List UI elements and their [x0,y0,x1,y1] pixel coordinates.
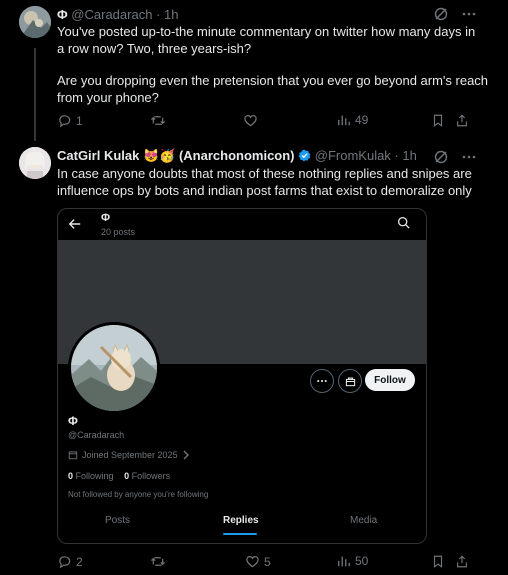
avatar[interactable] [19,6,51,38]
views-button[interactable]: 49 [337,113,368,127]
handle[interactable]: @FromKulak [315,148,391,163]
views-count: 50 [355,554,369,568]
heart-icon [246,556,259,568]
views-button[interactable]: 50 [337,554,368,568]
timestamp[interactable]: 1h [402,148,416,163]
shop-icon [345,377,355,386]
followers-count: 0 [124,471,130,481]
embedded-profile-image[interactable]: Φ 20 posts Follow Φ @Caradarach Joined S… [57,208,427,544]
bookmark-icon [433,114,443,127]
tweet-text-line: influence ops by bots and indian post fa… [57,182,472,198]
repost-button[interactable] [150,113,166,128]
share-icon [457,114,467,127]
like-button[interactable] [243,113,258,128]
profile-avatar [68,322,160,414]
timestamp[interactable]: 1h [164,7,178,22]
tab-replies: Replies [223,515,259,526]
reply-count: 2 [76,554,83,569]
tweet-text-line: from your phone? [57,89,159,105]
joined-date: Joined September 2025 [68,450,190,460]
like-button[interactable]: 5 [245,554,271,569]
posts-count: 20 posts [101,227,136,237]
tab-posts: Posts [105,515,131,526]
reply-icon [59,115,71,128]
search-icon [397,216,410,234]
follow-button: Follow [365,369,415,391]
reply-count: 1 [76,113,83,128]
bookmark-icon [433,555,443,568]
calendar-icon [68,451,78,460]
chevron-right-icon [183,450,189,460]
share-icon [457,555,467,568]
reply-button[interactable]: 2 [57,554,83,569]
views-icon [338,115,350,126]
repost-icon [151,116,165,125]
like-count: 5 [264,554,271,569]
bookmark-button[interactable] [431,113,445,128]
separator: · [394,148,399,163]
following-count: 0 [68,471,74,481]
subscribe-button [338,369,362,393]
tweet-text-line: In case anyone doubts that most of these… [57,166,472,181]
tweet-caradarach[interactable]: Φ @Caradarach · 1h You've posted up-to-t… [0,0,508,140]
tab-media: Media [350,515,378,526]
tweet-text-line: You've posted up-to-the minute commentar… [57,24,476,39]
tweet-text-line: a row now? Two, three years-ish? [57,40,252,56]
display-name[interactable]: CatGirl Kulak 😻🥳 (Anarchonomicon) [57,148,295,163]
profile-name: Φ [68,414,78,428]
share-button[interactable] [455,113,469,128]
views-icon [338,556,350,567]
reply-button[interactable]: 1 [57,113,83,128]
back-arrow-icon [68,217,82,236]
bookmark-button[interactable] [431,554,445,569]
tweet-text-line: Are you dropping even the pretension tha… [57,73,489,88]
profile-header-name: Φ [101,212,111,224]
follow-counts: 0 Following 0 Followers [68,471,170,481]
verified-badge-icon [298,149,311,165]
active-tab-indicator [223,533,257,535]
separator: · [156,7,161,22]
display-name[interactable]: Φ [57,7,68,22]
not-followed-note: Not followed by anyone you're following [68,490,209,499]
heart-icon [244,115,257,127]
following-label: Following [75,471,114,481]
share-button[interactable] [455,554,469,569]
avatar[interactable] [19,147,51,179]
handle[interactable]: @Caradarach [71,7,152,22]
profile-handle: @Caradarach [68,430,125,440]
repost-icon [151,557,165,566]
repost-button[interactable] [150,554,166,569]
more-options-button [310,369,334,393]
followers-label: Followers [131,471,171,481]
views-count: 49 [355,113,369,127]
reply-icon [59,556,71,569]
